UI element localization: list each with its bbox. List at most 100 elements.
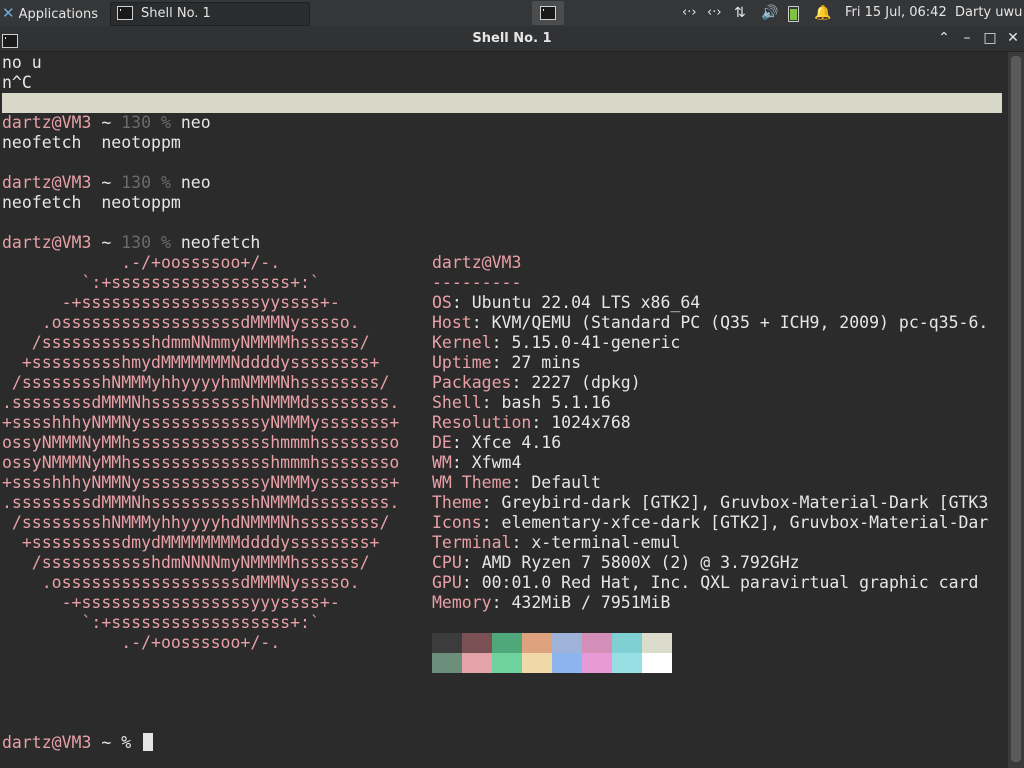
- info-key: CPU: [432, 553, 462, 572]
- ascii-art-line: .ssssssssdMMMNhsssssssssshNMMMdssssssss.: [2, 393, 400, 412]
- info-key: Terminal: [432, 533, 512, 552]
- info-row: Kernel: 5.15.0-41-generic: [432, 333, 681, 352]
- info-key: WM: [432, 453, 452, 472]
- info-row: CPU: AMD Ryzen 7 5800X (2) @ 3.792GHz: [432, 553, 800, 572]
- volume-icon[interactable]: 🔊: [761, 0, 778, 26]
- info-key: DE: [432, 433, 452, 452]
- active-prompt[interactable]: dartz@VM3 ~ %: [2, 733, 154, 753]
- info-row: WM Theme: Default: [432, 473, 601, 492]
- tray-terminal-launcher[interactable]: [532, 1, 564, 25]
- ascii-art-line: +sssssssssdmydMMMMMMMMddddyssssssss+: [2, 533, 380, 552]
- info-key: Packages: [432, 373, 512, 392]
- info-row: Theme: Greybird-dark [GTK2], Gruvbox-Mat…: [432, 493, 989, 512]
- ascii-art-line: `:+ssssssssssssssssss+:`: [2, 613, 320, 632]
- scrollbar-thumb[interactable]: [1011, 56, 1021, 762]
- color-swatch: [552, 633, 582, 653]
- top-panel: ✕ Applications Shell No. 1 ‹·› ‹·› ⇅ 🔊 🔔 …: [0, 0, 1024, 26]
- ascii-art-line: `:+ssssssssssssssssss+:`: [2, 273, 320, 292]
- info-key: Kernel: [432, 333, 492, 352]
- selection-highlight: [2, 93, 1002, 113]
- info-row: Uptime: 27 mins: [432, 353, 582, 372]
- info-key: Uptime: [432, 353, 492, 372]
- ascii-art-line: +sssshhhyNMMNyssssssssssssyNMMMysssssss+: [2, 413, 400, 432]
- info-key: Icons: [432, 513, 482, 532]
- info-header: dartz@VM3: [432, 253, 522, 272]
- terminal-scrollbar[interactable]: [1007, 52, 1024, 768]
- info-value: x-terminal-emul: [531, 533, 681, 552]
- network-activity-icon[interactable]: ⇅: [734, 0, 746, 26]
- terminal-icon: [117, 5, 133, 20]
- terminal-icon: [540, 5, 556, 20]
- ascii-art-line: .ossssssssssssssssssdMMMNysssso.: [2, 573, 360, 592]
- info-key: Theme: [432, 493, 482, 512]
- color-swatch: [492, 633, 522, 653]
- info-row: Resolution: 1024x768: [432, 413, 631, 432]
- color-swatch: [582, 653, 612, 673]
- info-row: WM: Xfwm4: [432, 453, 522, 472]
- user-menu[interactable]: Darty uwu: [955, 0, 1022, 26]
- applications-label: Applications: [18, 7, 98, 22]
- info-value: Xfce 4.16: [471, 433, 562, 452]
- info-value: 5.15.0-41-generic: [511, 333, 681, 352]
- completion-line: neofetch neotoppm: [2, 193, 181, 212]
- applications-menu[interactable]: ✕ Applications: [0, 0, 98, 26]
- network-icon[interactable]: ‹·›: [682, 0, 697, 26]
- ascii-art-line: .ossssssssssssssssssdMMMNysssso.: [2, 313, 360, 332]
- ascii-art-line: /ssssssssssshdmNNNNmyNMMMMhssssss/: [2, 553, 370, 572]
- color-swatch: [432, 633, 462, 653]
- color-swatch: [432, 653, 462, 673]
- xfce-logo-icon: ✕: [2, 4, 15, 22]
- prompt-line: dartz@VM3 ~ 130 % neo: [2, 173, 211, 192]
- network-icon[interactable]: ‹·›: [707, 0, 722, 26]
- window-titlebar[interactable]: Shell No. 1 ⌃ – □ ✕: [0, 26, 1024, 52]
- color-swatch: [492, 653, 522, 673]
- info-row: Shell: bash 5.1.16: [432, 393, 611, 412]
- color-swatch: [612, 653, 642, 673]
- minimize-button[interactable]: –: [956, 26, 978, 51]
- info-value: Default: [531, 473, 601, 492]
- info-row: Memory: 432MiB / 7951MiB: [432, 593, 671, 612]
- info-key: Host: [432, 313, 472, 332]
- shade-button[interactable]: ⌃: [933, 26, 955, 51]
- taskbar-button-shell[interactable]: Shell No. 1: [110, 2, 310, 26]
- info-value: elementary-xfce-dark [GTK2], Gruvbox-Mat…: [501, 513, 989, 532]
- info-separator: ---------: [432, 273, 522, 292]
- info-value: 1024x768: [551, 413, 631, 432]
- notification-bell-icon[interactable]: 🔔: [814, 0, 831, 26]
- info-value: KVM/QEMU (Standard PC (Q35 + ICH9, 2009)…: [491, 313, 989, 332]
- completion-line: neofetch neotoppm: [2, 133, 181, 152]
- info-value: 27 mins: [511, 353, 582, 372]
- color-swatch: [522, 653, 552, 673]
- close-button[interactable]: ✕: [1002, 26, 1024, 51]
- info-key: WM Theme: [432, 473, 512, 492]
- ascii-art-line: ossyNMMMNyMMhsssssssssssssshmmmhssssssso: [2, 433, 400, 452]
- info-key: Resolution: [432, 413, 532, 432]
- prompt-line: dartz@VM3 ~ 130 % neofetch: [2, 233, 261, 252]
- info-value: 432MiB / 7951MiB: [511, 593, 671, 612]
- info-row: DE: Xfce 4.16: [432, 433, 562, 452]
- ascii-art-line: +sssshhhyNMMNyssssssssssssyNMMMysssssss+: [2, 473, 400, 492]
- ascii-art-line: ossyNMMMNyMMhsssssssssssssshmmmhssssssso: [2, 453, 400, 472]
- output-line: n^C: [2, 73, 32, 92]
- info-row: Terminal: x-terminal-emul: [432, 533, 681, 552]
- info-key: Memory: [432, 593, 492, 612]
- prompt-line: dartz@VM3 ~ 130 % neo: [2, 113, 211, 132]
- color-swatch: [552, 653, 582, 673]
- ascii-art-line: .-/+oossssoo+/-.: [2, 253, 281, 272]
- info-row: Packages: 2227 (dpkg): [432, 373, 641, 392]
- info-value: Ubuntu 22.04 LTS x86_64: [471, 293, 701, 312]
- maximize-button[interactable]: □: [979, 26, 1001, 51]
- ascii-art-line: -+ssssssssssssssssssyyssss+-: [2, 293, 340, 312]
- clock[interactable]: Fri 15 Jul, 06:42: [845, 0, 947, 26]
- info-value: Greybird-dark [GTK2], Gruvbox-Material-D…: [501, 493, 989, 512]
- color-swatch: [612, 633, 642, 653]
- ascii-art-line: +ssssssssshmydMMMMMMMNddddyssssssss+: [2, 353, 380, 372]
- info-row: OS: Ubuntu 22.04 LTS x86_64: [432, 293, 701, 312]
- terminal-output[interactable]: no u n^C dartz@VM3 ~ 130 % neo neofetch …: [0, 52, 1008, 768]
- color-swatch: [642, 633, 672, 653]
- info-row: GPU: 00:01.0 Red Hat, Inc. QXL paravirtu…: [432, 573, 979, 592]
- ascii-art-line: -+sssssssssssssssssyyyssss+-: [2, 593, 340, 612]
- battery-icon[interactable]: [788, 6, 799, 22]
- info-key: OS: [432, 293, 452, 312]
- color-swatch: [522, 633, 552, 653]
